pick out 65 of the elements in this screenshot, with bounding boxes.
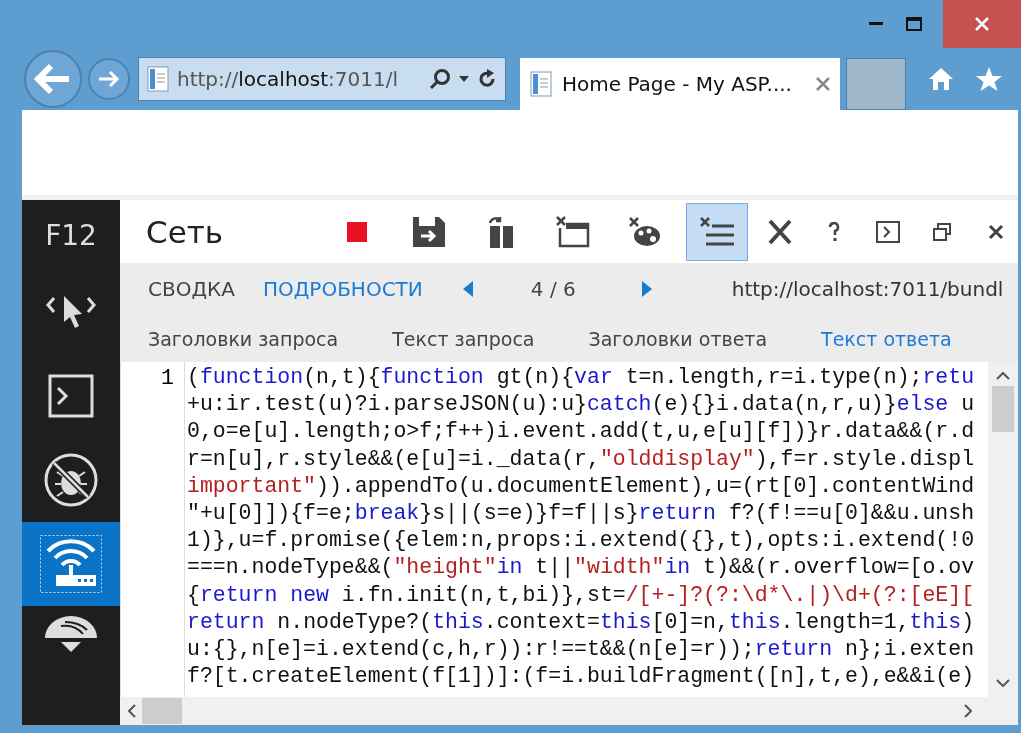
close-icon	[988, 223, 1004, 240]
restore-icon	[933, 222, 951, 241]
forward-button[interactable]	[88, 58, 130, 100]
scroll-down-icon	[996, 679, 1010, 687]
close-icon	[816, 77, 830, 91]
request-url: http://localhost:7011/bundl	[731, 277, 1004, 301]
maximize-icon	[906, 17, 922, 31]
scroll-thumb[interactable]	[992, 386, 1014, 432]
horizontal-scrollbar[interactable]	[120, 697, 1018, 725]
code-line: u:{},n[e]=i.extend(c,h,r)):r!==t&&(n[e]=r));return n};i.exten	[187, 635, 976, 663]
dropdown-icon	[459, 76, 469, 82]
code-line: +u:ir.test(u)?i.parseJSON(u):u}catch(e){}i.data(n,r,u)}else u	[187, 391, 976, 419]
code-line: r=n[u],r.style&&(e[u]=i._data(r,"olddisplay"),f=r.style.displ	[187, 445, 976, 473]
bug-icon[interactable]	[43, 452, 99, 508]
help-icon	[828, 221, 840, 242]
close-icon	[974, 16, 990, 32]
address-bar[interactable]: http://localhost:7011/l	[138, 57, 506, 101]
search-icon	[429, 68, 451, 90]
next-icon[interactable]	[641, 281, 652, 297]
url-text: http://localhost:7011/l	[177, 67, 399, 91]
minimize-icon	[869, 22, 883, 26]
code-line: important")).appendTo(u.documentElement),u=(rt[0].contentWind	[187, 472, 976, 500]
window-cross-icon	[556, 215, 590, 248]
line-number: 1	[161, 366, 174, 390]
refresh-icon	[477, 69, 497, 89]
detail-tab[interactable]: Текст запроса	[364, 327, 561, 350]
code-line: 1)},u=f.promise({elem:n,props:i.extend({},t),opts:i.extend(!0	[187, 527, 976, 555]
code-line: "+u[0]]){f=e;break}s||(s=e)}f=f||s}return f?(f!==u[0]&&u.unsh	[187, 499, 976, 527]
clear-entries-button[interactable]	[686, 202, 748, 261]
scroll-right-icon	[964, 704, 972, 718]
scroll-thumb[interactable]	[142, 698, 182, 724]
code-line: f?[t.createElement(f[1])]:(f=i.buildFragment([n],t,e),e&&i(e)	[187, 663, 976, 691]
save-icon	[413, 216, 445, 247]
stop-icon	[347, 221, 367, 242]
forward-arrow-icon	[97, 69, 121, 89]
f12-label: F12	[45, 217, 97, 254]
console-icon[interactable]	[48, 374, 94, 418]
gauge-icon[interactable]	[43, 616, 99, 654]
code-line: 0,o=e[u].length;o>f;f++)i.event.add(t,u,e[u][f])}r.data&&(r.d	[187, 418, 976, 446]
star-icon[interactable]	[975, 66, 1003, 92]
vertical-scrollbar[interactable]	[988, 362, 1018, 697]
panel-title: Сеть	[145, 213, 225, 250]
console-icon	[876, 220, 900, 243]
previous-icon[interactable]	[462, 281, 473, 297]
detail-tab[interactable]: Заголовки ответа	[560, 327, 794, 350]
code-line: ===n.nodeType&&("height"in t||"width"in t)&&(r.overflow=[o.ov	[187, 554, 976, 582]
server-icon	[486, 215, 516, 248]
code-line: {return new i.fn.init(n,t,bi)},st=/[+-]?(?:\d*\.|)\d+(?:[eE][	[187, 581, 976, 609]
detail-tab[interactable]: Заголовки запроса	[120, 327, 365, 350]
view-tab[interactable]: ПОДРОБНОСТИ	[234, 277, 423, 301]
wifi-router-icon[interactable]	[40, 535, 102, 593]
browser-tab[interactable]: Home Page - My ASP....	[520, 58, 840, 110]
list-cross-icon	[700, 216, 734, 247]
home-icon[interactable]	[927, 66, 955, 92]
item-counter: 4 / 6	[530, 277, 576, 301]
palette-cross-icon	[629, 216, 661, 247]
page-icon	[147, 66, 169, 92]
code-line: return n.nodeType?(this.context=this[0]=n,this.length=1,this)	[187, 608, 976, 636]
page-icon	[530, 71, 552, 97]
detail-tab[interactable]: Текст ответа	[793, 327, 978, 350]
view-tab[interactable]: СВОДКА	[120, 277, 235, 301]
cross-icon	[768, 218, 792, 245]
code-line: (function(n,t){function gt(n){var t=n.length,r=i.type(n);retu	[187, 364, 976, 391]
scroll-up-icon	[996, 372, 1010, 380]
scroll-left-icon	[128, 704, 136, 718]
